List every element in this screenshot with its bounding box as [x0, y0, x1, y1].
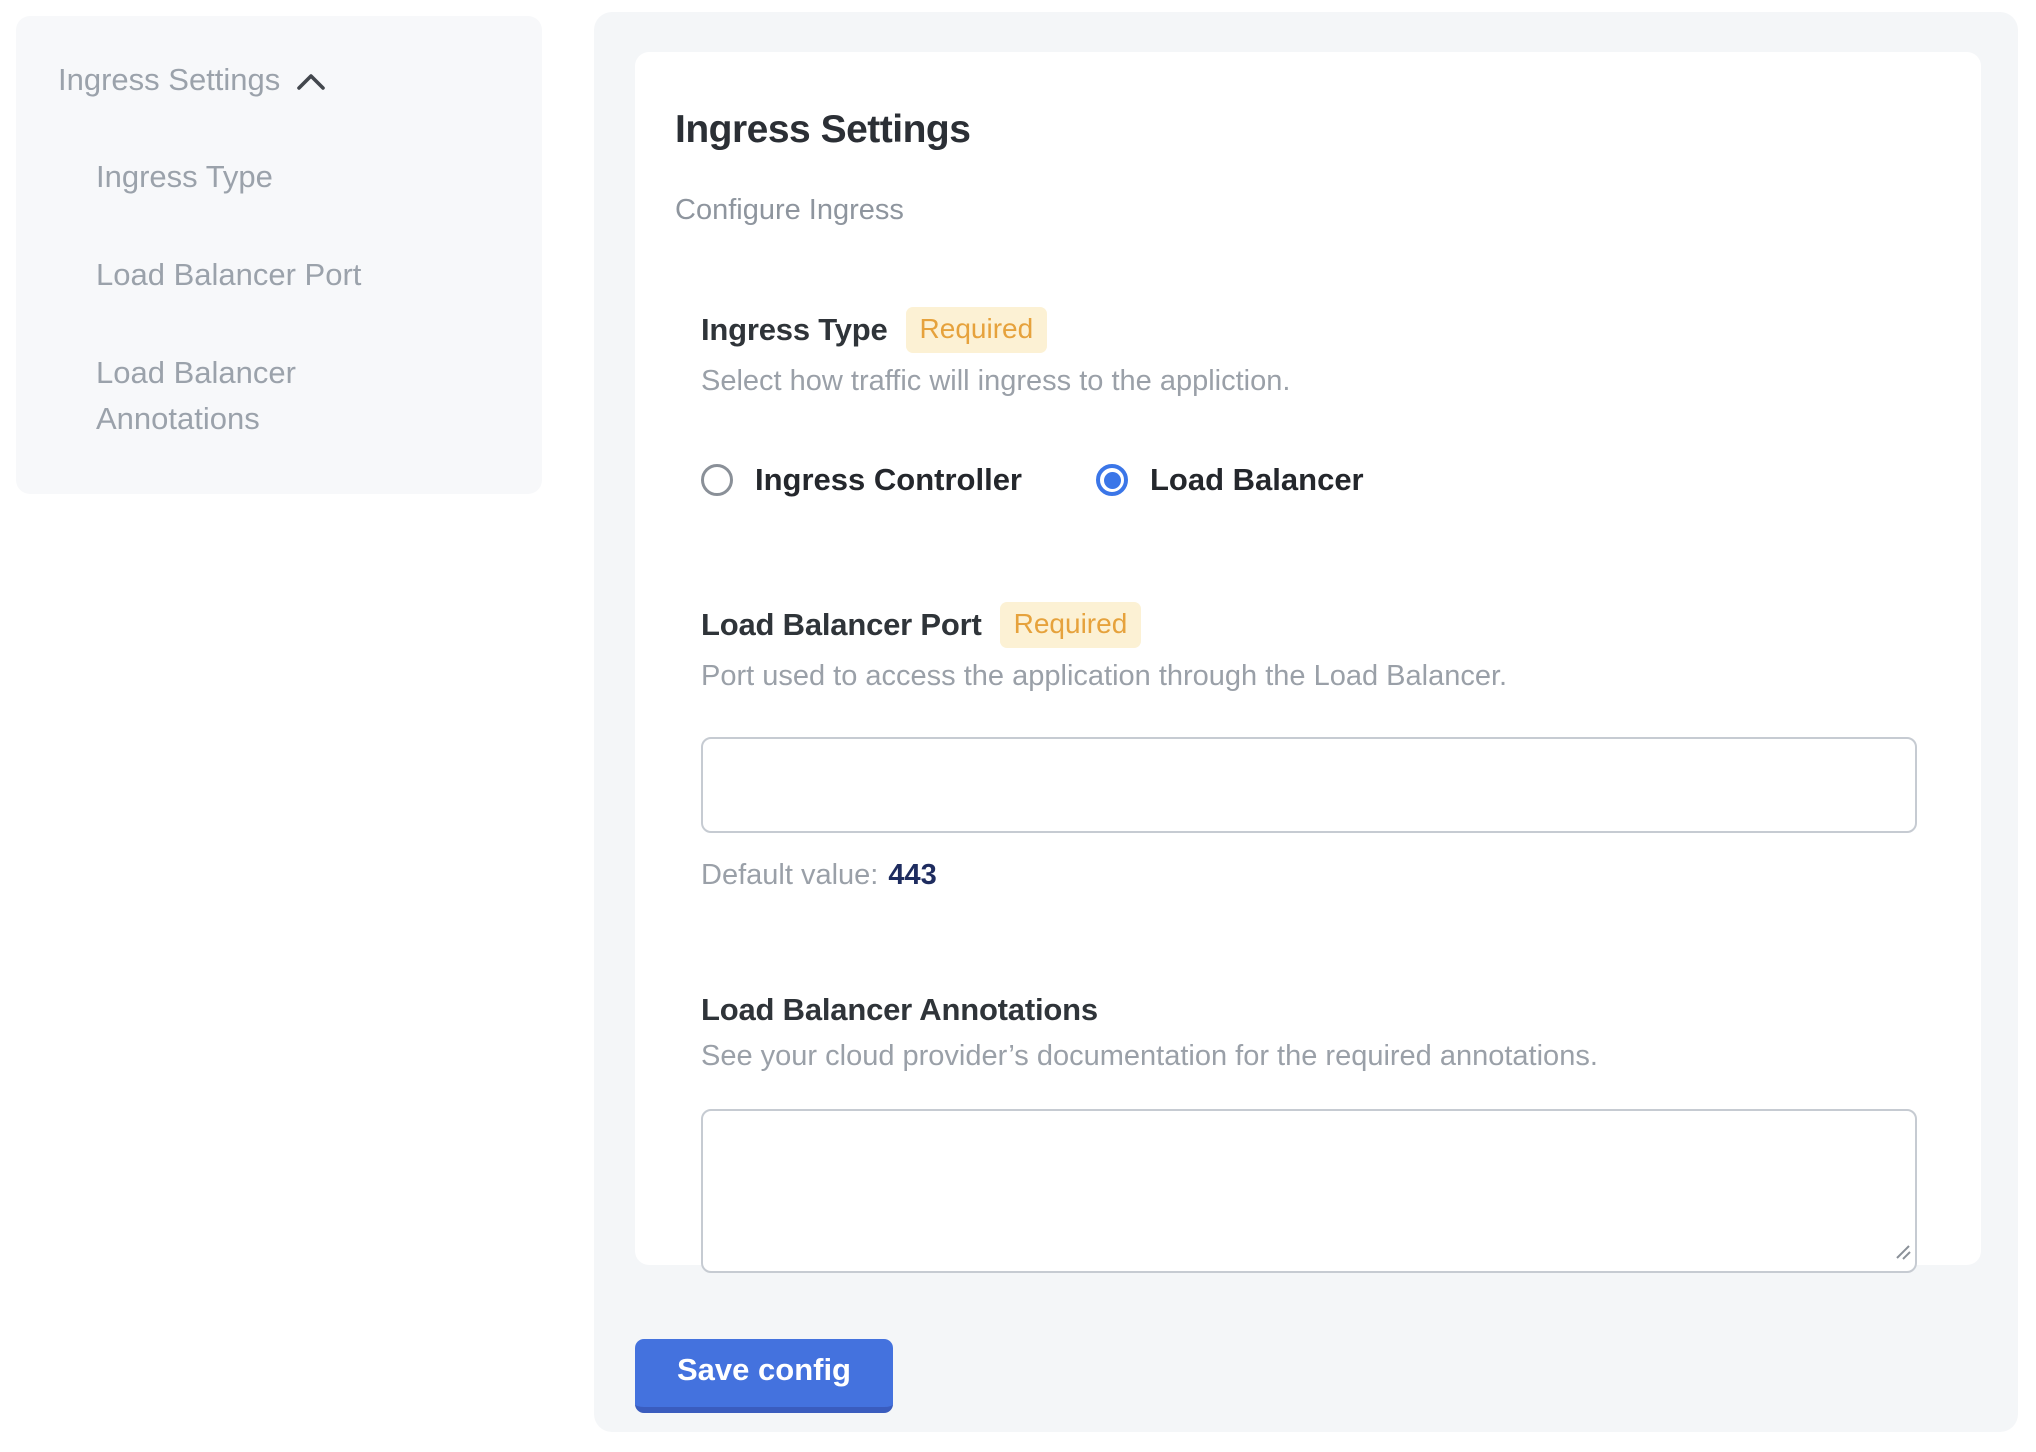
- field-label: Load Balancer Annotations: [701, 992, 1098, 1028]
- default-value-line: Default value: 443: [701, 859, 1917, 892]
- radio-load-balancer[interactable]: [1096, 464, 1128, 496]
- field-ingress-type: Ingress Type Required Select how traffic…: [701, 307, 1917, 498]
- field-label: Load Balancer Port: [701, 607, 982, 643]
- config-main-panel: Ingress Settings Configure Ingress Ingre…: [594, 12, 2018, 1432]
- chevron-up-icon: [296, 68, 326, 92]
- save-config-button[interactable]: Save config: [635, 1339, 893, 1413]
- resize-handle-icon[interactable]: [1892, 1241, 1912, 1266]
- sidebar-group-ingress-settings[interactable]: Ingress Settings: [58, 62, 514, 98]
- sidebar-item-ingress-type[interactable]: Ingress Type: [96, 154, 426, 200]
- load-balancer-port-input[interactable]: [701, 737, 1917, 833]
- radio-ingress-controller[interactable]: [701, 464, 733, 496]
- page-subtitle: Configure Ingress: [675, 194, 1917, 227]
- ingress-type-radio-group: Ingress Controller Load Balancer: [701, 462, 1917, 498]
- annotations-textarea-wrap: [701, 1109, 1917, 1273]
- required-badge: Required: [1000, 602, 1142, 648]
- radio-label: Load Balancer: [1150, 462, 1364, 498]
- field-description: Select how traffic will ingress to the a…: [701, 365, 1917, 398]
- config-nav-sidebar: Ingress Settings Ingress Type Load Balan…: [16, 16, 542, 494]
- ingress-settings-card: Ingress Settings Configure Ingress Ingre…: [635, 52, 1981, 1265]
- page-title: Ingress Settings: [675, 108, 1917, 152]
- sidebar-item-load-balancer-annotations[interactable]: Load Balancer Annotations: [96, 350, 426, 442]
- sidebar-item-load-balancer-port[interactable]: Load Balancer Port: [96, 252, 426, 298]
- field-load-balancer-port: Load Balancer Port Required Port used to…: [701, 602, 1917, 892]
- field-description: Port used to access the application thro…: [701, 660, 1917, 693]
- radio-option-ingress-controller[interactable]: Ingress Controller: [701, 462, 1022, 498]
- load-balancer-annotations-textarea[interactable]: [701, 1109, 1917, 1273]
- radio-label: Ingress Controller: [755, 462, 1022, 498]
- radio-option-load-balancer[interactable]: Load Balancer: [1096, 462, 1364, 498]
- default-value-label: Default value:: [701, 859, 878, 891]
- sidebar-group-label: Ingress Settings: [58, 62, 280, 98]
- default-value: 443: [888, 859, 936, 891]
- field-label: Ingress Type: [701, 312, 888, 348]
- fields-container: Ingress Type Required Select how traffic…: [701, 307, 1917, 1273]
- field-load-balancer-annotations: Load Balancer Annotations See your cloud…: [701, 992, 1917, 1273]
- required-badge: Required: [906, 307, 1048, 353]
- field-description: See your cloud provider’s documentation …: [701, 1040, 1917, 1073]
- sidebar-nav: Ingress Type Load Balancer Port Load Bal…: [58, 154, 514, 442]
